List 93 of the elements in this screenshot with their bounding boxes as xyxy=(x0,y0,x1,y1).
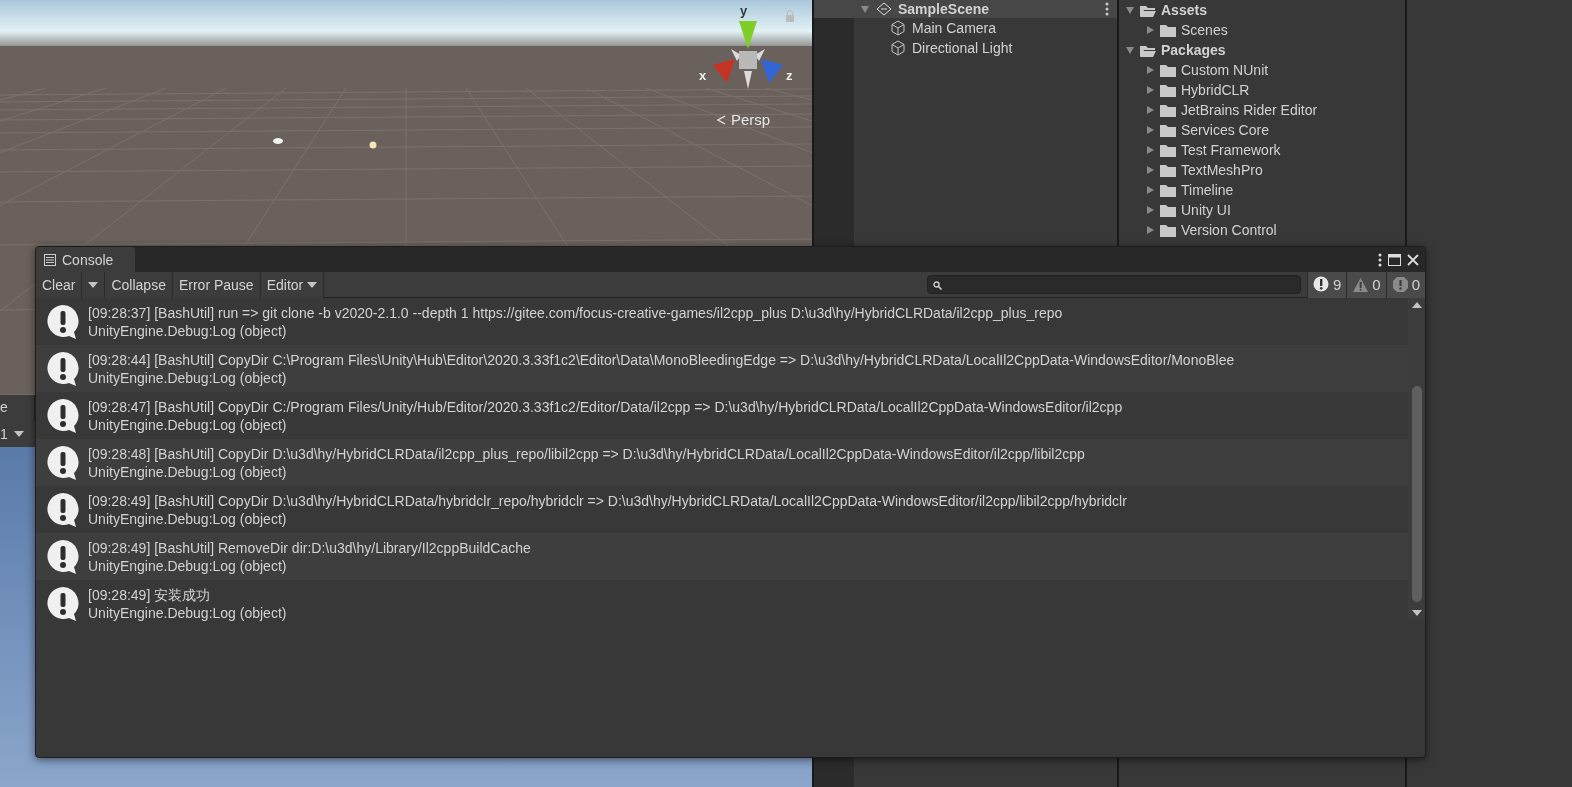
folder-icon xyxy=(1160,23,1176,37)
folder-icon xyxy=(1160,103,1176,117)
chevron-left-icon xyxy=(717,115,726,125)
folder-label[interactable]: Services Core xyxy=(1181,122,1269,138)
collapsed-arrow-icon[interactable] xyxy=(1145,85,1155,95)
open-folder-icon xyxy=(1140,3,1156,17)
axis-label: y xyxy=(740,3,748,18)
console-tab[interactable]: Console xyxy=(36,247,136,272)
axis-label: x xyxy=(699,68,707,83)
log-source[interactable]: UnityEngine.Debug:Log (object) xyxy=(88,509,1127,528)
caret-icon xyxy=(307,281,318,288)
collapsed-arrow-icon[interactable] xyxy=(1145,205,1155,215)
log-info-icon xyxy=(46,444,80,481)
collapsed-arrow-icon[interactable] xyxy=(1145,185,1155,195)
folder-icon xyxy=(1160,143,1176,157)
folder-icon xyxy=(1160,83,1176,97)
scroll-down-icon[interactable] xyxy=(1411,610,1422,616)
folder-label[interactable]: HybridCLR xyxy=(1181,82,1250,98)
log-message[interactable]: [09:28:44] [BashUtil] CopyDir C:\Program Files\Unity\Hub\Editor\2020.3.33f1c2\Editor\Data\MonoBleedingEdge => D:\u3d\hy/HybridCLRData/LocalIl2CppData-WindowsEditor/MonoBlee xyxy=(88,350,1235,369)
caret-icon[interactable] xyxy=(13,431,24,437)
folder-label[interactable]: Unity UI xyxy=(1181,202,1231,218)
folder-icon xyxy=(1160,203,1176,217)
folder-icon xyxy=(1160,163,1176,177)
more-icon[interactable] xyxy=(1105,2,1109,16)
collapsed-arrow-icon[interactable] xyxy=(1145,145,1155,155)
log-info-icon xyxy=(46,350,80,387)
collapsed-arrow-icon[interactable] xyxy=(1145,25,1155,35)
collapsed-arrow-icon[interactable] xyxy=(1145,165,1155,175)
log-message[interactable]: [09:28:37] [BashUtil] run => git clone -b v2020-2.1.0 --depth 1 https://gitee.com/focus-creative-games/il2cpp_plus D:\u3d\hy/HybridCLRData/il2cpp_plus_repo xyxy=(88,303,1063,322)
projection-label[interactable]: Persp xyxy=(731,111,771,128)
folder-icon xyxy=(1160,183,1176,197)
folder-label[interactable]: Custom NUnit xyxy=(1181,62,1269,78)
expanded-arrow-icon[interactable] xyxy=(1125,5,1135,15)
error-icon xyxy=(1391,276,1409,293)
log-info-icon xyxy=(46,303,80,340)
expanded-arrow-icon[interactable] xyxy=(860,4,870,14)
log-info-icon xyxy=(46,585,80,622)
search-field[interactable] xyxy=(926,275,1301,294)
log-source[interactable]: UnityEngine.Debug:Log (object) xyxy=(88,368,1235,387)
collapsed-arrow-icon[interactable] xyxy=(1145,225,1155,235)
info-count-toggle[interactable]: 9 xyxy=(1306,271,1347,298)
search-icon xyxy=(932,281,942,290)
open-folder-icon xyxy=(1140,43,1156,57)
warning-icon xyxy=(1352,276,1370,293)
folder-label[interactable]: JetBrains Rider Editor xyxy=(1181,102,1318,118)
folder-icon xyxy=(1160,223,1176,237)
folder-label[interactable]: TextMeshPro xyxy=(1181,162,1263,178)
log-message[interactable]: [09:28:49] [BashUtil] CopyDir D:\u3d\hy/HybridCLRData/hybridclr_repo/hybridclr => D:\u3d\hy/HybridCLRData/LocalIl2CppData-WindowsEditor/il2cpp/libil2cpp/hybridclr xyxy=(88,491,1127,510)
cube-icon xyxy=(890,40,906,56)
log-source[interactable]: UnityEngine.Debug:Log (object) xyxy=(88,415,1123,434)
scroll-up-icon[interactable] xyxy=(1411,302,1422,308)
toolbar-toggle[interactable]: Error Pause xyxy=(172,271,261,298)
game-view-tab[interactable]: e xyxy=(0,395,34,421)
log-message[interactable]: [09:28:47] [BashUtil] CopyDir C:/Program Files/Unity/Hub/Editor/2020.3.33f1c2/Editor/Data/il2cpp => D:\u3d\hy/HybridCLRData/LocalIl2CppData-WindowsEditor/il2cpp xyxy=(88,397,1123,416)
folder-label[interactable]: Timeline xyxy=(1181,182,1234,198)
log-source[interactable]: UnityEngine.Debug:Log (object) xyxy=(88,556,531,575)
maximize-icon[interactable] xyxy=(1388,253,1401,266)
log-message[interactable]: [09:28:49] 安装成功 xyxy=(88,585,287,604)
folder-icon xyxy=(1160,123,1176,137)
log-info-icon xyxy=(46,538,80,575)
log-source[interactable]: UnityEngine.Debug:Log (object) xyxy=(88,603,287,622)
clear-button[interactable]: Clear xyxy=(36,271,83,298)
collapsed-arrow-icon[interactable] xyxy=(1145,65,1155,75)
scrollbar[interactable] xyxy=(1408,298,1425,620)
console-icon xyxy=(44,253,56,266)
log-message[interactable]: [09:28:48] [BashUtil] CopyDir D:\u3d\hy/HybridCLRData/il2cpp_plus_repo/libil2cpp => D:\u3d\hy/HybridCLRData/LocalIl2CppData-WindowsEditor/il2cpp/libil2cpp xyxy=(88,444,1085,463)
info-icon xyxy=(1312,276,1330,293)
folder-icon xyxy=(1160,63,1176,77)
folder-label[interactable]: Scenes xyxy=(1181,22,1228,38)
collapsed-arrow-icon[interactable] xyxy=(1145,125,1155,135)
toolbar-toggle[interactable]: Collapse xyxy=(105,271,173,298)
collapsed-arrow-icon[interactable] xyxy=(1145,105,1155,115)
caret-icon xyxy=(88,281,99,288)
more-icon[interactable] xyxy=(1378,252,1382,267)
close-icon[interactable] xyxy=(1407,253,1419,266)
log-source[interactable]: UnityEngine.Debug:Log (object) xyxy=(88,321,1063,340)
hierarchy-item[interactable]: Directional Light xyxy=(912,40,1013,56)
hierarchy-item[interactable]: Main Camera xyxy=(912,20,997,36)
log-source[interactable]: UnityEngine.Debug:Log (object) xyxy=(88,462,1085,481)
expanded-arrow-icon[interactable] xyxy=(1125,45,1135,55)
display-dropdown[interactable]: 1 xyxy=(0,426,8,442)
log-info-icon xyxy=(46,491,80,528)
log-message[interactable]: [09:28:49] [BashUtil] RemoveDir dir:D:\u3d\hy/Library/Il2cppBuildCache xyxy=(88,538,531,557)
scene-icon xyxy=(876,2,892,16)
folder-label[interactable]: Test Framework xyxy=(1181,142,1281,158)
clear-options-button[interactable] xyxy=(82,271,106,298)
log-info-icon xyxy=(46,397,80,434)
folder-label[interactable]: Version Control xyxy=(1181,222,1277,238)
folder-label[interactable]: Packages xyxy=(1161,42,1226,58)
axis-label: z xyxy=(786,68,793,83)
folder-label[interactable]: Assets xyxy=(1161,2,1207,18)
cube-icon xyxy=(890,20,906,36)
warning-count-toggle[interactable]: 0 xyxy=(1346,271,1386,298)
